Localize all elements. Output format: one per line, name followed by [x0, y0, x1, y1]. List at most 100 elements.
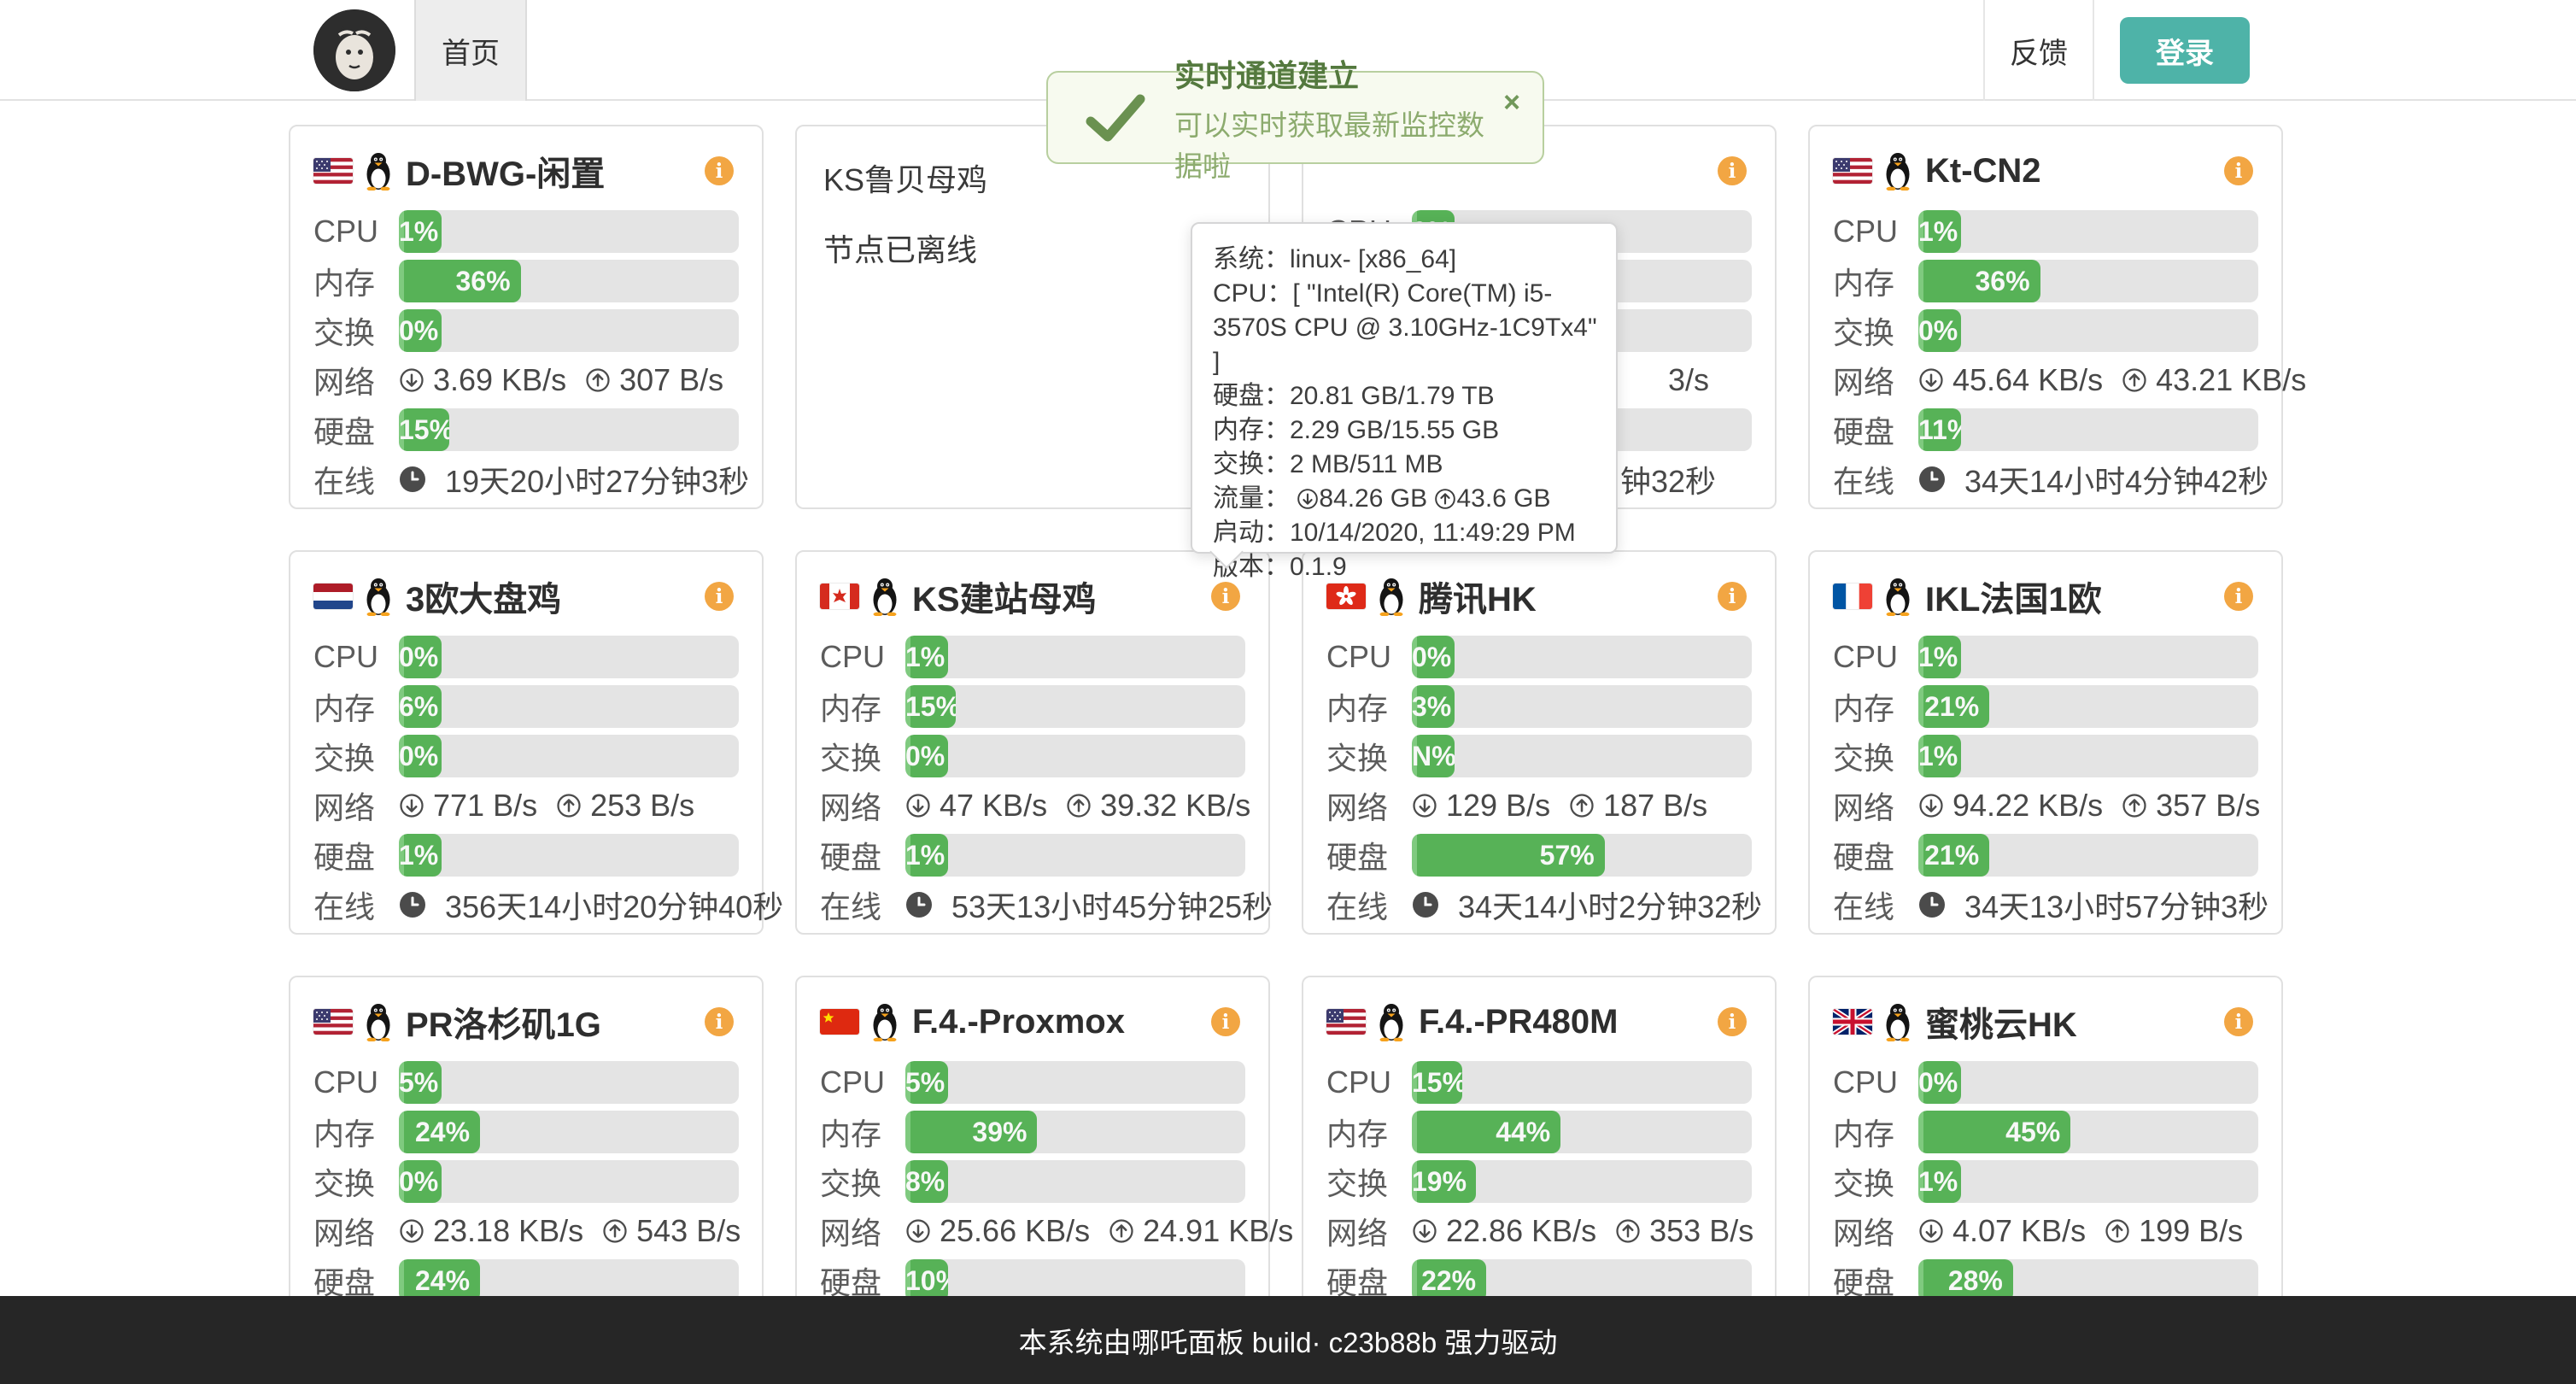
net-up-icon [1434, 488, 1456, 510]
mem-bar: 45% [1918, 1111, 2258, 1153]
uptime-label: 在线 [313, 457, 399, 501]
nav-tab-home[interactable]: 首页 [414, 0, 527, 101]
linux-tux-icon [869, 1002, 900, 1041]
country-flag-icon-hk [1326, 584, 1366, 609]
cpu-bar: 0% [399, 636, 739, 678]
server-name: 3欧大盘鸡 [406, 572, 561, 621]
swap-bar: 0% [399, 1160, 739, 1203]
net-up-icon [1109, 1218, 1134, 1244]
net-up-icon [1569, 793, 1595, 818]
toast-title: 实时通道建立 [1174, 51, 1503, 96]
swap-bar: 0% [905, 735, 1245, 777]
swap-bar: N% [1412, 735, 1752, 777]
cpu-bar: 5% [399, 1061, 739, 1104]
net-up-icon [585, 367, 611, 393]
disk-row: 硬盘1% [820, 834, 1245, 877]
cpu-label: CPU [820, 639, 905, 675]
card-header: F.4.-PR480M i [1326, 994, 1752, 1049]
uptime-value: 34天14小时2分钟32秒 [1412, 883, 1762, 927]
nav-item-feedback[interactable]: 反馈 [1983, 0, 2094, 101]
network-speed: 47 KB/s 39.32 KB/s [905, 788, 1250, 824]
mem-row: 内存36% [1833, 260, 2258, 302]
info-icon[interactable]: i [705, 156, 734, 185]
cpu-row: CPU0% [1326, 636, 1752, 678]
cpu-row: CPU15% [1326, 1061, 1752, 1104]
network-speed: 45.64 KB/s 43.21 KB/s [1918, 362, 2306, 398]
server-name: F.4.-PR480M [1419, 1003, 1618, 1041]
mem-row: 内存39% [820, 1111, 1245, 1153]
cpu-label: CPU [1326, 1064, 1412, 1100]
info-icon[interactable]: i [2224, 1007, 2253, 1036]
info-icon[interactable]: i [2224, 156, 2253, 185]
disk-bar-fill: 15% [399, 408, 449, 451]
cpu-row: CPU5% [313, 1061, 739, 1104]
footer-suffix: · c23b88b 强力驱动 [1311, 1320, 1557, 1361]
network-row: 网络 45.64 KB/s 43.21 KB/s [1833, 359, 2258, 402]
server-name: PR洛杉矶1G [406, 997, 601, 1047]
country-flag-icon-gb [1833, 1009, 1872, 1035]
swap-label: 交换 [820, 1159, 905, 1204]
toast-close-icon[interactable]: × [1503, 86, 1520, 120]
network-label: 网络 [1326, 783, 1412, 828]
country-flag-icon-us [313, 158, 353, 184]
net-down-icon [1412, 793, 1437, 818]
uptime-row: 在线 53天13小时45分钟25秒 [820, 883, 1245, 926]
server-card: IKL法国1欧iCPU1%内存21%交换1%网络 94.22 KB/s 357 … [1808, 550, 2283, 935]
disk-bar: 1% [905, 834, 1245, 877]
uptime-clock-icon [1412, 891, 1439, 918]
swap-row: 交换8% [820, 1160, 1245, 1203]
swap-bar: 0% [1918, 309, 2258, 352]
network-label: 网络 [820, 783, 905, 828]
mem-bar-fill: 24% [399, 1111, 480, 1153]
info-icon[interactable]: i [1718, 1007, 1747, 1036]
mem-label: 内存 [1833, 1110, 1918, 1154]
uptime-clock-icon [1918, 891, 1946, 918]
network-row: 网络 94.22 KB/s 357 B/s [1833, 784, 2258, 827]
swap-label: 交换 [313, 734, 399, 778]
uptime-label: 在线 [1833, 883, 1918, 927]
swap-bar-fill: 19% [1412, 1160, 1476, 1203]
network-label: 网络 [1833, 783, 1918, 828]
mem-label: 内存 [820, 1110, 905, 1154]
swap-bar-fill: 0% [399, 735, 442, 777]
swap-bar-fill: 1% [1918, 735, 1961, 777]
cpu-row: CPU1% [820, 636, 1245, 678]
uptime-label: 在线 [820, 883, 905, 927]
cpu-bar-fill: 1% [399, 210, 442, 253]
login-button[interactable]: 登录 [2120, 17, 2250, 84]
disk-label: 硬盘 [313, 408, 399, 452]
disk-bar-fill: 57% [1412, 834, 1605, 877]
info-icon[interactable]: i [705, 1007, 734, 1036]
footer-panel-link[interactable]: 哪吒面板 build [1132, 1320, 1312, 1361]
mem-label: 内存 [313, 684, 399, 729]
mem-label: 内存 [313, 1110, 399, 1154]
disk-bar-fill: 1% [399, 834, 442, 877]
info-icon[interactable]: i [1211, 582, 1240, 611]
linux-tux-icon [1376, 1002, 1407, 1041]
disk-bar-fill: 21% [1918, 834, 1989, 877]
site-logo-avatar[interactable] [313, 9, 395, 91]
uptime-label: 在线 [1326, 883, 1412, 927]
info-icon[interactable]: i [705, 582, 734, 611]
swap-label: 交换 [1326, 734, 1412, 778]
info-icon[interactable]: i [2224, 582, 2253, 611]
country-flag-icon-us [1833, 158, 1872, 184]
card-header: KS建站母鸡i [820, 569, 1245, 624]
info-icon[interactable]: i [1211, 1007, 1240, 1036]
cpu-row: CPU0% [1833, 1061, 2258, 1104]
country-flag-icon-us [313, 1009, 353, 1035]
net-down-icon [905, 793, 931, 818]
cpu-label: CPU [1833, 639, 1918, 675]
info-icon[interactable]: i [1718, 582, 1747, 611]
footer-prefix: 本系统由 [1019, 1320, 1132, 1361]
info-icon[interactable]: i [1718, 156, 1747, 185]
mem-bar: 6% [399, 685, 739, 728]
uptime-clock-icon [905, 891, 933, 918]
cpu-bar: 0% [1412, 636, 1752, 678]
cpu-bar-fill: 5% [905, 1061, 948, 1104]
cpu-bar-fill: 1% [1918, 636, 1961, 678]
swap-bar: 0% [399, 735, 739, 777]
mem-bar: 3% [1412, 685, 1752, 728]
net-down-icon [1918, 367, 1944, 393]
server-name: D-BWG-闲置 [406, 146, 605, 196]
